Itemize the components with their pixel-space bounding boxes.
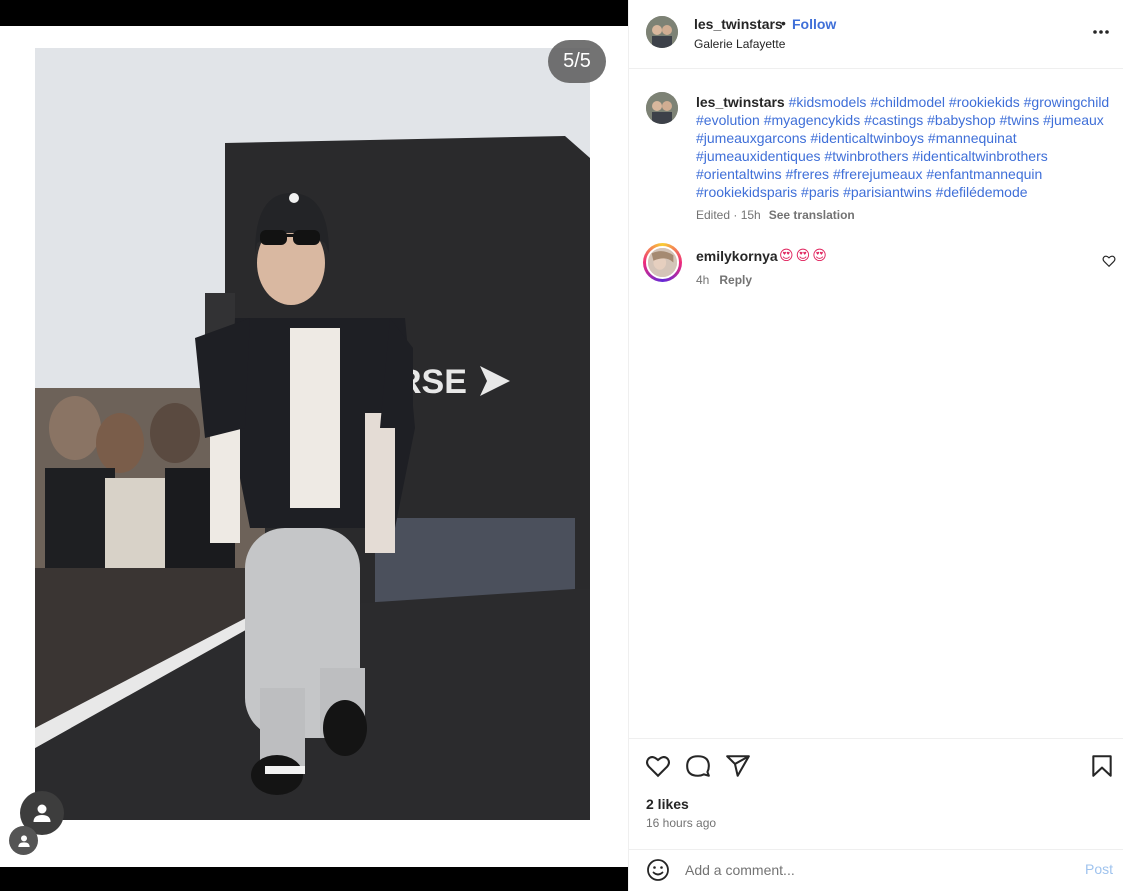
follow-button[interactable]: Follow <box>792 16 836 32</box>
user-tag-small-button[interactable] <box>9 826 38 855</box>
post-caption: les_twinstars #kidsmodels #childmodel #r… <box>696 93 1114 201</box>
caption-author-avatar[interactable] <box>646 92 678 124</box>
comment-meta: 4h Reply <box>696 273 752 287</box>
comment-time: 4h <box>696 273 710 287</box>
caption-meta: Edited · 15h See translation <box>696 208 855 222</box>
avatar-image <box>646 92 678 124</box>
post-header: les_twinstars • Follow Galerie Lafayette <box>629 0 1123 69</box>
user-tag-icon <box>33 804 51 822</box>
header-separator: • <box>781 15 786 31</box>
user-tag-icon <box>17 834 30 847</box>
more-options-button[interactable] <box>1091 24 1111 40</box>
post-comment-button[interactable]: Post <box>1085 861 1113 877</box>
post-photo[interactable]: RSE <box>35 48 590 820</box>
comment-username[interactable]: emilykornya <box>696 248 778 264</box>
emoji-button[interactable] <box>646 858 670 882</box>
post-actions: 2 likes 16 hours ago <box>629 738 1123 849</box>
likes-count[interactable]: 2 likes <box>646 796 689 812</box>
post-time: 16 hours ago <box>646 816 717 830</box>
author-username[interactable]: les_twinstars <box>694 16 783 32</box>
like-button[interactable] <box>645 753 671 779</box>
comment-input[interactable] <box>685 860 1065 880</box>
commenter-avatar[interactable] <box>646 246 679 279</box>
media-top-bar <box>0 0 628 26</box>
comment-text: 😍😍😍 <box>779 247 829 263</box>
post-location[interactable]: Galerie Lafayette <box>694 37 785 51</box>
slide-counter: 5/5 <box>548 40 606 83</box>
comment-bar: Post <box>629 849 1123 891</box>
avatar-image <box>646 16 678 48</box>
share-icon <box>726 755 750 777</box>
author-avatar[interactable] <box>646 16 678 48</box>
more-options-icon <box>1093 30 1109 34</box>
caption-edited-time: Edited · 15h <box>696 208 761 222</box>
avatar-image <box>648 248 677 277</box>
share-button[interactable] <box>725 753 751 779</box>
caption-username[interactable]: les_twinstars <box>696 94 785 110</box>
heart-icon <box>1102 255 1116 268</box>
see-translation-button[interactable]: See translation <box>769 208 855 222</box>
save-button[interactable] <box>1089 753 1115 779</box>
media-bottom-bar <box>0 867 628 891</box>
bookmark-icon <box>1092 755 1112 777</box>
media-panel: RSE 5/5 <box>0 0 628 891</box>
runway-photo-illustration: RSE <box>35 48 590 820</box>
emoji-icon <box>647 859 669 881</box>
comment-icon <box>686 755 710 777</box>
reply-button[interactable]: Reply <box>719 273 752 287</box>
comment-like-button[interactable] <box>1102 254 1116 268</box>
post-side-panel: les_twinstars • Follow Galerie Lafayette… <box>628 0 1123 891</box>
heart-icon <box>646 756 670 778</box>
comment-button[interactable] <box>685 753 711 779</box>
